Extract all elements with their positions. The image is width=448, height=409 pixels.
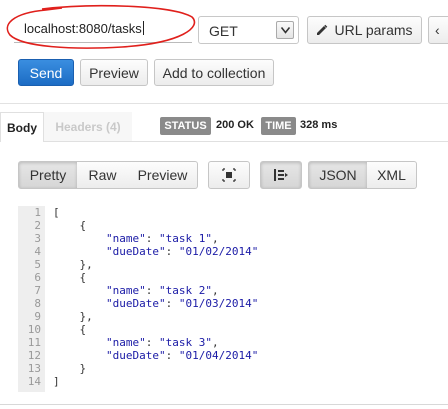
divider [0, 103, 448, 104]
send-button[interactable]: Send [18, 59, 74, 86]
line-number: 12 [27, 349, 41, 362]
url-params-label: URL params [334, 22, 413, 38]
code-line: { [53, 219, 87, 232]
code-line: "dueDate": "01/02/2014" [105, 245, 259, 258]
line-number-gutter: 1 2 3 4 5 6 7 8 9 10 11 12 13 14 [18, 206, 45, 392]
text-caret [142, 21, 144, 35]
response-code: [ { "name": "task 1", "dueDate": "01/02/… [53, 206, 258, 388]
pencil-icon [317, 24, 328, 35]
header-preset-button[interactable]: ‹ [428, 16, 448, 44]
tabs-underline [44, 141, 448, 142]
method-select[interactable]: GET [198, 16, 299, 44]
code-line: "dueDate": "01/04/2014" [105, 349, 259, 362]
method-select-value: GET [209, 23, 238, 39]
code-line: }, [53, 310, 93, 323]
expand-icon [222, 168, 236, 182]
code-line: { [53, 323, 87, 336]
status-value: 200 OK [216, 119, 254, 131]
code-line: "name": "task 3", [105, 336, 219, 349]
tab-headers[interactable]: Headers (4) [44, 112, 132, 142]
code-line: ] [53, 375, 60, 388]
view-raw-button[interactable]: Raw [77, 161, 129, 189]
line-number: 10 [27, 323, 41, 336]
line-number: 9 [34, 310, 41, 323]
code-line: "dueDate": "01/03/2014" [105, 297, 259, 310]
line-number: 11 [27, 336, 41, 349]
tab-body[interactable]: Body [0, 112, 44, 142]
line-number: 3 [34, 232, 41, 245]
line-number: 14 [27, 375, 41, 388]
code-line: } [53, 362, 87, 375]
expand-button[interactable] [208, 161, 250, 189]
wrap-lines-button[interactable] [260, 161, 302, 189]
time-badge: TIME [261, 117, 296, 135]
format-json-button[interactable]: JSON [308, 161, 368, 189]
divider [0, 404, 448, 405]
line-number: 2 [34, 219, 41, 232]
url-params-button[interactable]: URL params [307, 16, 422, 44]
code-line: "name": "task 1", [105, 232, 219, 245]
chevron-down-icon[interactable] [276, 21, 294, 39]
view-preview-button[interactable]: Preview [128, 161, 198, 189]
line-number: 5 [34, 258, 41, 271]
format-xml-button[interactable]: XML [367, 161, 417, 189]
wrap-lines-icon [274, 169, 288, 181]
view-pretty-button[interactable]: Pretty [18, 161, 78, 189]
cut-off-glyph: ‹ [435, 22, 440, 38]
code-line: { [53, 271, 87, 284]
response-body: 1 2 3 4 5 6 7 8 9 10 11 12 13 14 [ { "name": "task 1"… [18, 206, 448, 392]
code-line: "name": "task 2", [105, 284, 219, 297]
status-badge: STATUS [160, 117, 211, 135]
line-number: 13 [27, 362, 41, 375]
add-to-collection-button[interactable]: Add to collection [154, 59, 274, 86]
line-number: 6 [34, 271, 41, 284]
time-value: 328 ms [300, 119, 338, 131]
line-number: 1 [34, 206, 41, 219]
code-line: [ [53, 206, 60, 219]
line-number: 4 [34, 245, 41, 258]
line-number: 7 [34, 284, 41, 297]
code-line: }, [53, 258, 93, 271]
url-input[interactable]: localhost:8080/tasks [14, 15, 192, 43]
line-number: 8 [34, 297, 41, 310]
preview-button[interactable]: Preview [80, 59, 148, 86]
url-input-value: localhost:8080/tasks [24, 21, 142, 36]
